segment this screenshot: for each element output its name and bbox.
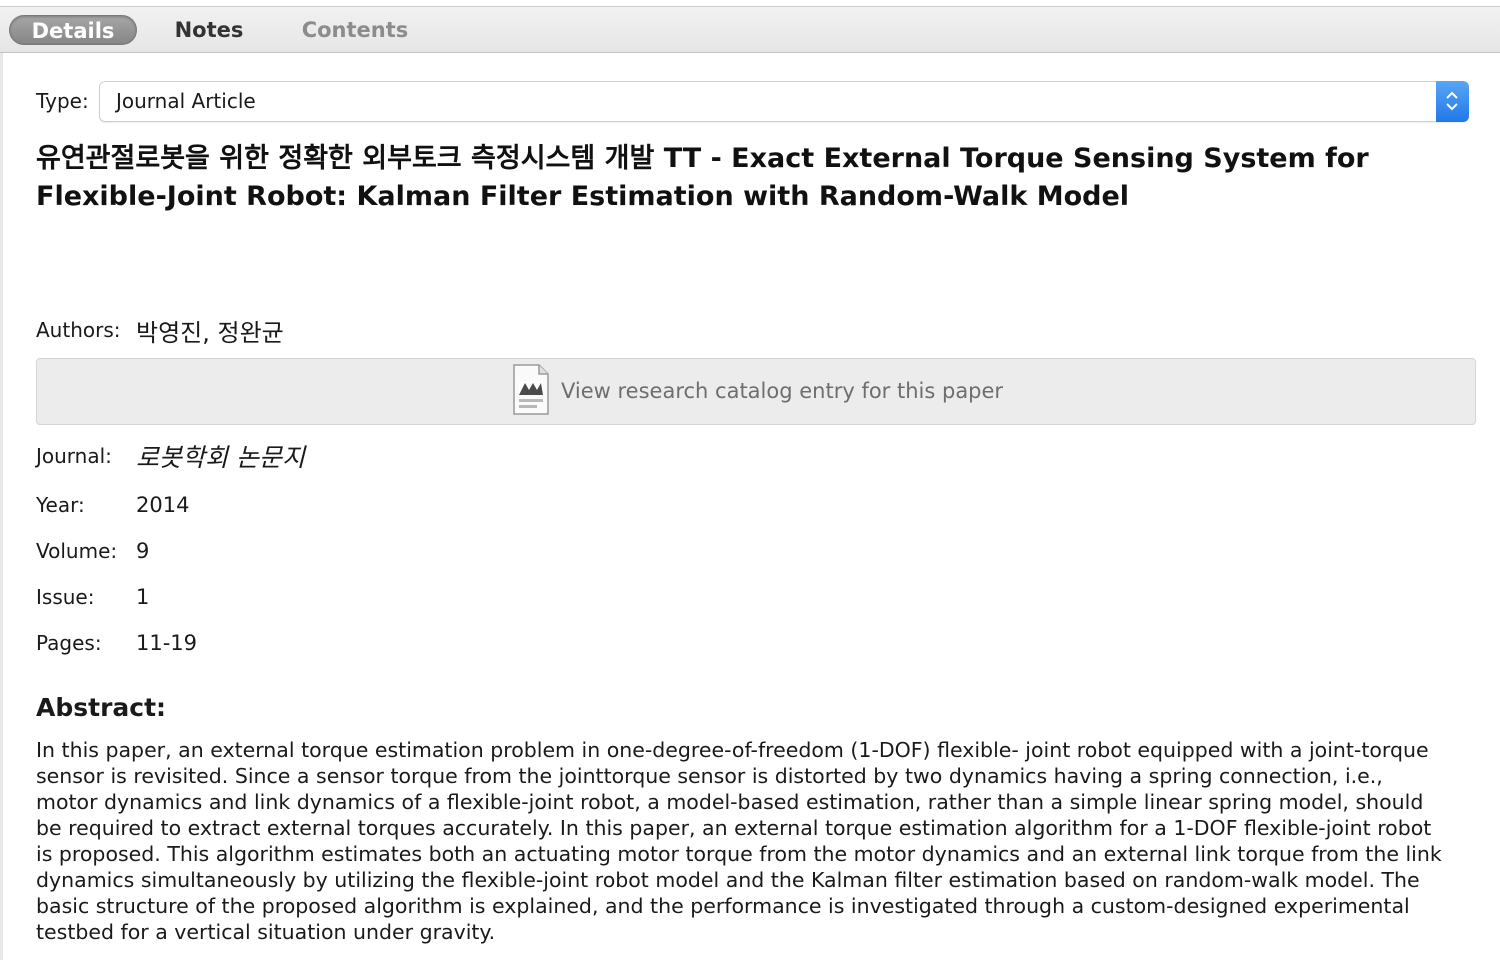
- pages-value[interactable]: 11-19: [136, 631, 197, 655]
- volume-label: Volume:: [36, 539, 118, 563]
- catalog-button-label: View research catalog entry for this pap…: [561, 379, 1004, 403]
- pane-left-border: [0, 53, 3, 960]
- tab-notes[interactable]: Notes: [160, 15, 258, 45]
- tab-bar: Details Notes Contents: [0, 6, 1500, 53]
- type-label: Type:: [36, 89, 89, 113]
- authors-value[interactable]: 박영진, 정완균: [136, 313, 284, 348]
- abstract-text[interactable]: In this paper, an external torque estima…: [36, 737, 1446, 945]
- tab-contents[interactable]: Contents: [290, 15, 420, 45]
- type-select-value: Journal Article: [116, 89, 256, 113]
- abstract-heading: Abstract:: [36, 693, 167, 722]
- document-icon: [511, 363, 551, 417]
- view-catalog-button[interactable]: View research catalog entry for this pap…: [36, 358, 1476, 425]
- volume-value[interactable]: 9: [136, 539, 149, 563]
- paper-title[interactable]: 유연관절로봇을 위한 정확한 외부토크 측정시스템 개발 TT - Exact …: [36, 140, 1436, 216]
- year-label: Year:: [36, 493, 85, 517]
- type-select[interactable]: Journal Article: [99, 81, 1469, 122]
- year-value[interactable]: 2014: [136, 493, 189, 517]
- issue-label: Issue:: [36, 585, 95, 609]
- authors-label: Authors:: [36, 318, 121, 342]
- pages-label: Pages:: [36, 631, 102, 655]
- journal-value[interactable]: 로봇학회 논문지: [136, 438, 305, 474]
- select-stepper-icon[interactable]: [1436, 81, 1469, 122]
- journal-label: Journal:: [36, 444, 112, 468]
- issue-value[interactable]: 1: [136, 585, 149, 609]
- tab-details[interactable]: Details: [9, 15, 137, 45]
